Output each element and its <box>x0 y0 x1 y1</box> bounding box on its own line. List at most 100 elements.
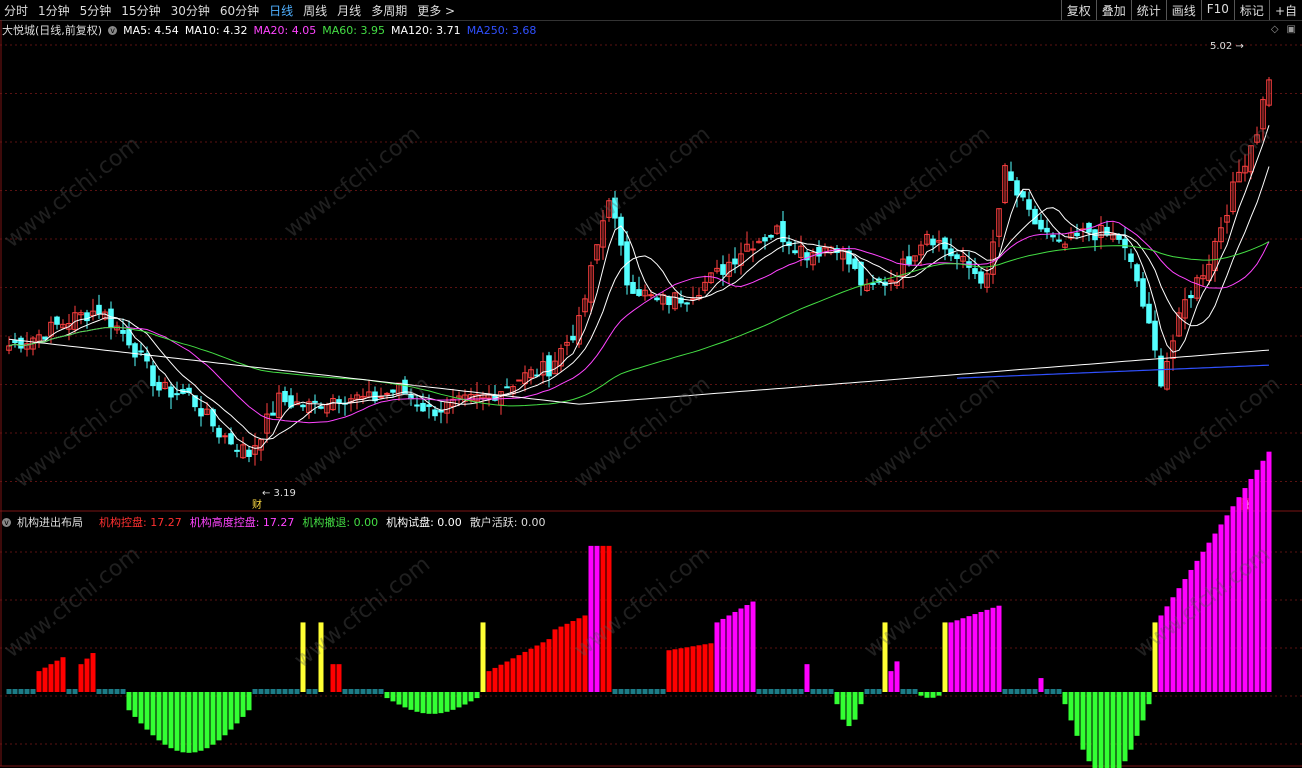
candle-body <box>1074 232 1080 237</box>
sub-bar-magenta <box>714 622 720 692</box>
toolbar-button-2[interactable]: 统计 <box>1130 0 1166 20</box>
toolbar-button-0[interactable]: 复权 <box>1060 0 1096 20</box>
sub-bar-green <box>918 692 924 696</box>
candle-body <box>432 409 438 417</box>
sub-bar-green <box>450 692 456 710</box>
chevron-down-icon[interactable]: v <box>108 25 118 35</box>
sub-bar-magenta <box>1224 515 1230 692</box>
window-icon[interactable]: ▣ <box>1287 24 1296 35</box>
sub-bar-teal <box>360 689 366 694</box>
diamond-icon[interactable]: ◇ <box>1271 24 1279 35</box>
sub-bar-teal <box>1032 689 1038 694</box>
window-icons: ◇ ▣ <box>1271 24 1296 35</box>
candle-body <box>972 268 978 275</box>
sub-legend-item-2: 机构撤退: 0.00 <box>302 516 379 529</box>
candle-body <box>1014 180 1020 196</box>
tab-period-3[interactable]: 15分钟 <box>121 2 160 19</box>
toolbar-button-4[interactable]: F10 <box>1200 0 1234 20</box>
tab-period-1[interactable]: 1分钟 <box>38 2 70 19</box>
sub-bar-green <box>474 692 480 699</box>
tab-period-8[interactable]: 月线 <box>337 2 361 19</box>
sub-bar-yellow <box>480 622 486 692</box>
sub-bar-green <box>834 692 840 705</box>
sub-bar-green <box>432 692 438 714</box>
sub-bar-red <box>708 643 714 692</box>
sub-bar-teal <box>1026 689 1032 694</box>
main-legend-item-5: MA250: 3.68 <box>466 23 537 37</box>
tab-period-2[interactable]: 5分钟 <box>80 2 112 19</box>
tab-period-5[interactable]: 60分钟 <box>220 2 259 19</box>
candle-body <box>318 406 324 409</box>
tab-period-10[interactable]: 更多 > <box>417 2 455 19</box>
candle-body <box>1008 171 1014 181</box>
toolbar-button-1[interactable]: 叠加 <box>1095 0 1131 20</box>
candle-body <box>420 402 426 412</box>
sub-bar-teal <box>120 689 126 694</box>
toolbar-button-5[interactable]: 标记 <box>1233 0 1269 20</box>
sub-bar-magenta <box>1206 542 1212 692</box>
sub-bar-teal <box>870 689 876 694</box>
candle-body <box>1134 264 1140 282</box>
sub-legend: v 机构进出布局 机构控盘: 17.27 机构高度控盘: 17.27 机构撤退: 0… <box>2 514 546 530</box>
candle-body <box>234 449 240 452</box>
sub-bar-teal <box>768 689 774 694</box>
sub-bar-magenta <box>1164 606 1170 692</box>
sub-bar-red <box>558 626 564 692</box>
sub-bar-teal <box>1020 689 1026 694</box>
sub-bar-teal <box>108 689 114 694</box>
sub-legend-item-4: 散户活跃: 0.00 <box>469 516 546 529</box>
tab-period-9[interactable]: 多周期 <box>371 2 407 19</box>
sub-bar-green <box>930 692 936 698</box>
sub-bar-magenta <box>738 608 744 692</box>
sub-bar-green <box>408 692 414 710</box>
sub-bar-red <box>606 545 612 692</box>
sub-bar-teal <box>294 689 300 694</box>
sub-legend-item-3: 机构试盘: 0.00 <box>386 516 462 529</box>
toolbar-button-3[interactable]: 画线 <box>1165 0 1201 20</box>
tab-period-4[interactable]: 30分钟 <box>171 2 210 19</box>
sub-bar-green <box>228 692 234 730</box>
sub-bar-green <box>414 692 420 712</box>
sub-bar-green <box>204 692 210 749</box>
sub-bar-magenta <box>894 661 900 692</box>
candle-body <box>684 302 690 305</box>
sub-bar-teal <box>288 689 294 694</box>
sub-bar-green <box>936 692 942 696</box>
candle-body <box>504 386 510 389</box>
sub-bar-green <box>144 692 150 730</box>
sub-bar-green <box>390 692 396 702</box>
tab-period-7[interactable]: 周线 <box>303 2 327 19</box>
sub-bar-magenta <box>594 545 600 692</box>
candle-body <box>780 221 786 243</box>
candle-body <box>384 392 390 395</box>
sub-bar-green <box>246 692 252 711</box>
sub-bar-green <box>462 692 468 705</box>
sub-bar-teal <box>72 689 78 694</box>
sub-bar-magenta <box>984 609 990 692</box>
candle-body <box>636 289 642 296</box>
sub-bar-teal <box>798 689 804 694</box>
sub-bar-magenta <box>750 601 756 692</box>
toolbar-button-6[interactable]: +自 <box>1268 0 1302 20</box>
candle-body <box>300 404 306 408</box>
main-legend-item-1: MA10: 4.32 <box>184 23 248 37</box>
tab-period-0[interactable]: 分时 <box>4 2 28 19</box>
tab-period-6[interactable]: 日线 <box>269 2 293 19</box>
candle-body <box>1146 303 1152 324</box>
candle-body <box>282 390 288 403</box>
candle-body <box>732 258 738 265</box>
sub-bar-yellow <box>300 622 306 692</box>
sub-bar-magenta <box>1038 678 1044 692</box>
sub-bar-teal <box>618 689 624 694</box>
sub-bar-magenta <box>1212 533 1218 692</box>
sub-bar-green <box>426 692 432 714</box>
stock-chart[interactable]: ← 3.195.02 →财涨 <box>0 20 1302 768</box>
sub-bar-red <box>690 646 696 692</box>
sub-bar-red <box>582 615 588 692</box>
candle-body <box>390 389 396 393</box>
candle-body <box>792 250 798 254</box>
chevron-down-icon[interactable]: v <box>2 517 11 527</box>
sub-bar-green <box>384 692 390 699</box>
sub-bar-green <box>1068 692 1074 721</box>
sub-bar-green <box>1122 692 1128 762</box>
